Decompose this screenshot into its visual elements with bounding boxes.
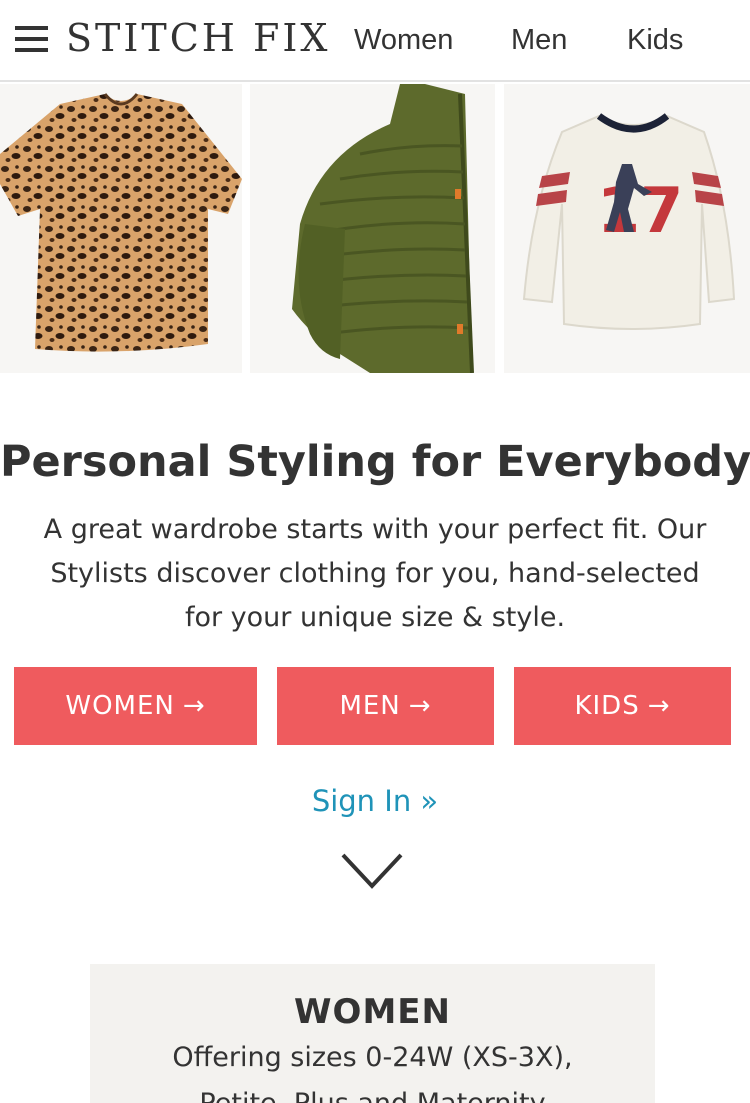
nav-kids-link[interactable]: Kids <box>627 24 683 57</box>
card-title: WOMEN <box>294 992 451 1032</box>
women-cta-button[interactable]: WOMEN → <box>14 667 257 745</box>
kids-cta-label: KIDS <box>574 691 640 721</box>
kids-cta-button[interactable]: KIDS → <box>514 667 731 745</box>
hero-subtitle-line: A great wardrobe starts with your perfec… <box>43 514 707 545</box>
baseball-tee-image: 17 <box>504 84 750 373</box>
men-cta-label: MEN <box>339 691 401 721</box>
page-headline: Personal Styling for Everybody <box>0 437 750 487</box>
card-description: Petite, Plus and Maternity <box>90 1088 655 1103</box>
green-puffer-jacket-image <box>250 84 495 373</box>
product-image-strip: 17 <box>0 84 750 373</box>
hero-subtitle: A great wardrobe starts with your perfec… <box>20 508 730 640</box>
men-cta-button[interactable]: MEN → <box>277 667 494 745</box>
svg-text:17: 17 <box>597 174 683 247</box>
leopard-print-top-image <box>0 84 242 373</box>
arrow-right-icon: → <box>182 691 206 721</box>
women-category-card[interactable]: WOMEN Offering sizes 0-24W (XS-3X), Peti… <box>90 964 655 1103</box>
menu-icon[interactable] <box>15 26 48 52</box>
nav-women-link[interactable]: Women <box>354 24 453 57</box>
women-cta-label: WOMEN <box>65 691 175 721</box>
card-description: Offering sizes 0-24W (XS-3X), <box>172 1042 573 1073</box>
top-header: STITCH FIX Women Men Kids <box>0 0 750 82</box>
hero-subtitle-line: Stylists discover clothing for you, hand… <box>50 558 700 589</box>
stitch-fix-logo[interactable]: STITCH FIX <box>66 16 330 60</box>
hero-subtitle-line: for your unique size & style. <box>184 602 566 633</box>
nav-men-link[interactable]: Men <box>511 24 567 57</box>
chevron-down-icon[interactable] <box>340 852 404 890</box>
arrow-right-icon: → <box>647 691 671 721</box>
sign-in-link[interactable]: Sign In » <box>0 784 750 818</box>
arrow-right-icon: → <box>408 691 432 721</box>
